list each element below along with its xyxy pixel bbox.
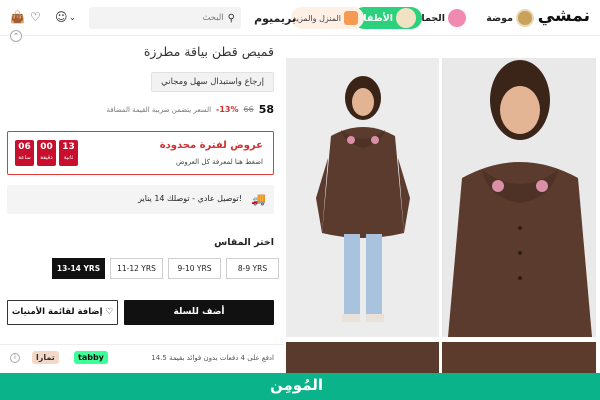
offer-title: عروض لفترة محدودة [159, 140, 263, 151]
tabby-badge[interactable]: tabby [74, 351, 108, 364]
countdown-seconds-value: 13 [62, 142, 75, 152]
girl-front-illustration [286, 58, 439, 337]
product-title: قميص قطن بياقة مطرزة [143, 44, 274, 59]
chevron-down-icon[interactable]: ⌄ [69, 13, 76, 22]
home-thumb-icon [344, 11, 358, 25]
nav-premium[interactable]: بريميوم [254, 7, 296, 29]
wishlist-label: إضافة لقائمة الأمنيات [11, 307, 103, 317]
size-option[interactable]: 13-14 YRS [52, 258, 105, 279]
nav-premium-label: بريميوم [254, 11, 296, 25]
nav-home-label: المنزل والمزيد [292, 13, 341, 23]
nav-fashion-label: موضة [486, 12, 513, 24]
search-icon: ⚲ [227, 12, 235, 24]
add-to-cart-button[interactable]: أضف للسلة [124, 300, 274, 325]
current-price: 58 [258, 103, 274, 116]
size-option[interactable]: 8-9 YRS [226, 258, 279, 279]
delivery-text: توصيل عادي - توصلك 14 يناير! [138, 194, 242, 203]
search-placeholder: البحث [202, 13, 224, 23]
fashion-thumb-icon [516, 9, 534, 27]
vat-note: السعر يتضمن ضريبة القيمة المضافة [106, 105, 212, 114]
product-image-front[interactable] [286, 58, 439, 337]
countdown-minutes-value: 00 [40, 142, 53, 152]
countdown-minutes: 00 دقيقة [37, 140, 56, 166]
countdown-minutes-unit: دقيقة [40, 155, 53, 161]
nav-home[interactable]: المنزل والمزيد [290, 7, 364, 29]
installments-text: ادفع على 4 دفعات بدون فوائد بقيمة 14.5 [151, 354, 274, 362]
product-image-closeup[interactable] [442, 58, 596, 337]
info-icon[interactable]: i [10, 353, 20, 363]
old-price: 66 [243, 105, 254, 114]
size-option[interactable]: 11-12 YRS [110, 258, 163, 279]
countdown-seconds: 13 ثانية [59, 140, 78, 166]
nav-fashion[interactable]: موضة [486, 7, 534, 29]
watermark-banner: المُومِن [0, 373, 600, 400]
delivery-info: توصيل عادي - توصلك 14 يناير! 🚚 [7, 185, 274, 214]
add-to-wishlist-button[interactable]: إضافة لقائمة الأمنيات ♡ [7, 300, 118, 325]
limited-offer-box[interactable]: 06 ساعة 00 دقيقة 13 ثانية عروض لفترة محد… [7, 131, 274, 175]
discount-badge: -13% [216, 105, 239, 114]
size-option[interactable]: 9-10 YRS [168, 258, 221, 279]
size-selector: 13-14 YRS 11-12 YRS 9-10 YRS 8-9 YRS [52, 258, 279, 279]
search-input[interactable]: البحث ⚲ [89, 7, 241, 29]
logo[interactable]: نمشي [538, 6, 590, 26]
countdown-hours-unit: ساعة [18, 155, 31, 161]
tamara-badge[interactable]: تمارا [32, 351, 59, 364]
kids-thumb-icon [396, 8, 416, 28]
size-label: اختر المقاس [214, 237, 274, 248]
top-header: نمشي موضة الجمال الأطفال المنزل والمزيد … [0, 0, 600, 36]
installments-row: i تمارا tabby ادفع على 4 دفعات بدون فوائ… [0, 344, 284, 374]
beauty-thumb-icon [448, 9, 466, 27]
girl-closeup-illustration [442, 58, 596, 337]
watermark-text: المُومِن [270, 376, 324, 394]
cart-icon[interactable]: 👜 [10, 10, 25, 24]
user-icon[interactable]: ☺ [55, 10, 68, 24]
heart-icon[interactable]: ♡ [30, 10, 41, 24]
price-row: السعر يتضمن ضريبة القيمة المضافة -13% 66… [106, 103, 274, 116]
countdown-hours: 06 ساعة [15, 140, 34, 166]
countdown-hours-value: 06 [18, 142, 31, 152]
offer-subtitle[interactable]: اضغط هنا لمعرفة كل العروض [176, 158, 263, 166]
heart-outline-icon: ♡ [105, 307, 114, 317]
returns-chip[interactable]: إرجاع واستبدال سهل ومجاني [151, 72, 274, 92]
truck-icon: 🚚 [251, 192, 266, 206]
collapse-chevron-icon[interactable]: ⌃ [10, 30, 22, 42]
countdown-seconds-unit: ثانية [63, 155, 74, 161]
